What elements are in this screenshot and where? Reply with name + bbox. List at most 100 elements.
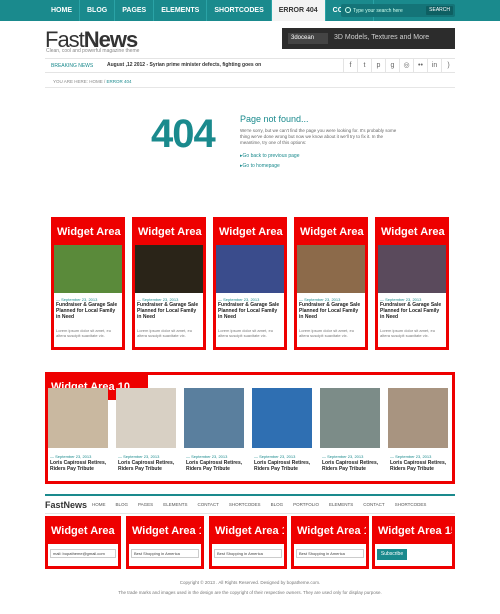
footer-navigation: FastNews HOME BLOG PAGES ELEMENTS CONTAC…: [45, 494, 455, 514]
email-field[interactable]: mail: bopatheme@gmail.com: [50, 549, 116, 558]
post-title[interactable]: Fundraiser & Garage Sale Planned for Loc…: [56, 302, 120, 320]
nav-error-404[interactable]: ERROR 404: [271, 0, 326, 21]
go-back-link[interactable]: Go back to previous page: [240, 153, 300, 159]
text-field[interactable]: Best Shopping in America: [214, 549, 282, 558]
post-image[interactable]: [54, 245, 122, 293]
nav-shortcodes[interactable]: SHORTCODES: [207, 0, 272, 21]
text-field[interactable]: Best Shopping in America: [296, 549, 364, 558]
post-image[interactable]: [252, 388, 312, 448]
carousel-item[interactable]: — September 23, 2013 Loris Capirossi Reti…: [184, 388, 244, 483]
footer-nav-shortcodes-2[interactable]: SHORTCODES: [390, 502, 432, 507]
footer-nav-home[interactable]: HOME: [87, 502, 111, 507]
widget-title: Widget Area 9: [378, 220, 446, 245]
widget-area-14: Widget Area 14 Best Shopping in America: [291, 516, 369, 569]
nav-home[interactable]: HOME: [44, 0, 80, 21]
carousel-item[interactable]: — September 23, 2013 Loris Capirossi Reti…: [116, 388, 176, 483]
nav-elements[interactable]: ELEMENTS: [154, 0, 208, 21]
widget-area-6: Widget Area 6 — September 23, 2013 Fundr…: [132, 217, 206, 350]
nav-pages[interactable]: PAGES: [115, 0, 155, 21]
footer-logo[interactable]: FastNews: [45, 500, 87, 510]
footer-nav-blog[interactable]: BLOG: [111, 502, 134, 507]
divider: [45, 87, 455, 88]
post-image[interactable]: [388, 388, 448, 448]
footer-nav-elements[interactable]: ELEMENTS: [158, 502, 192, 507]
post-title[interactable]: Loris Capirossi Retires, Riders Pay Trib…: [390, 460, 448, 472]
post-title[interactable]: Fundraiser & Garage Sale Planned for Loc…: [137, 302, 201, 320]
widget-area-8: Widget Area 8 — September 23, 2013 Fundr…: [294, 217, 368, 350]
widget-area-13: Widget Area 13 Best Shopping in America: [209, 516, 287, 569]
post-title[interactable]: Fundraiser & Garage Sale Planned for Loc…: [299, 302, 363, 320]
post-excerpt: Lorem ipsum dolor sit amet, eu altera su…: [56, 328, 111, 338]
footer-menu: HOME BLOG PAGES ELEMENTS CONTACT SHORTCO…: [87, 502, 431, 507]
text-field[interactable]: Best Shopping in America: [131, 549, 199, 558]
social-icons: f t p g ◎ •• in ): [343, 59, 455, 73]
post-date: — September 23, 2013: [390, 454, 432, 459]
carousel-item[interactable]: — September 23, 2013 Loris Capirossi Reti…: [320, 388, 380, 483]
linkedin-icon[interactable]: in: [427, 59, 441, 73]
post-date: — September 23, 2013: [254, 454, 296, 459]
breadcrumb-home[interactable]: HOME: [89, 79, 103, 84]
footer-nav-contact-2[interactable]: CONTACT: [358, 502, 389, 507]
post-title[interactable]: Loris Capirossi Retires, Riders Pay Trib…: [322, 460, 380, 472]
ad-banner[interactable]: 3docean 3D Models, Textures and More: [282, 28, 455, 49]
breaking-label: BREAKING NEWS: [51, 63, 94, 69]
post-title[interactable]: Loris Capirossi Retires, Riders Pay Trib…: [50, 460, 108, 472]
twitter-icon[interactable]: t: [357, 59, 371, 73]
breadcrumb-current: ERROR 404: [106, 79, 132, 84]
carousel-item[interactable]: — September 23, 2013 Loris Capirossi Reti…: [48, 388, 108, 483]
rss-icon[interactable]: ): [441, 59, 455, 73]
footer-nav-blog-2[interactable]: BLOG: [266, 502, 289, 507]
widget-area-10: Widget Area 10 — September 23, 2013 Loris…: [45, 372, 455, 484]
footer-nav-contact[interactable]: CONTACT: [192, 502, 223, 507]
widget-title: Widget Area 7: [216, 220, 284, 245]
go-home-link[interactable]: Go to homepage: [240, 163, 280, 169]
search-button[interactable]: SEARCH: [426, 6, 453, 15]
flickr-icon[interactable]: ••: [413, 59, 427, 73]
breadcrumb: YOU ARE HERE: HOME / ERROR 404: [53, 79, 132, 84]
banner-text: 3D Models, Textures and More: [334, 34, 430, 41]
post-excerpt: Lorem ipsum dolor sit amet, eu altera su…: [299, 328, 354, 338]
post-image[interactable]: [378, 245, 446, 293]
search-box: SEARCH: [341, 4, 455, 17]
footer-nav-shortcodes[interactable]: SHORTCODES: [224, 502, 266, 507]
post-title[interactable]: Loris Capirossi Retires, Riders Pay Trib…: [186, 460, 244, 472]
search-input[interactable]: [353, 4, 423, 17]
post-image[interactable]: [320, 388, 380, 448]
post-image[interactable]: [116, 388, 176, 448]
post-excerpt: Lorem ipsum dolor sit amet, eu altera su…: [137, 328, 192, 338]
carousel-item[interactable]: — September 23, 2013 Loris Capirossi Reti…: [388, 388, 448, 483]
banner-logo: 3docean: [288, 33, 328, 44]
trademark-notice: The trade marks and images used in the d…: [118, 590, 382, 595]
post-image[interactable]: [135, 245, 203, 293]
post-excerpt: Lorem ipsum dolor sit amet, eu altera su…: [380, 328, 435, 338]
pinterest-icon[interactable]: p: [371, 59, 385, 73]
footer-nav-portfolio[interactable]: PORTFOLIO: [288, 502, 324, 507]
post-title[interactable]: Fundraiser & Garage Sale Planned for Loc…: [380, 302, 444, 320]
widget-title: Widget Area 14: [294, 519, 366, 544]
copyright-text: Copyright © 2013 . All Rights Reserved. …: [179, 580, 321, 585]
post-title[interactable]: Loris Capirossi Retires, Riders Pay Trib…: [254, 460, 312, 472]
post-date: — September 23, 2013: [322, 454, 364, 459]
footer-nav-pages[interactable]: PAGES: [133, 502, 158, 507]
post-image[interactable]: [184, 388, 244, 448]
main-menu: HOME BLOG PAGES ELEMENTS SHORTCODES ERRO…: [44, 0, 375, 21]
widget-area-12: Widget Area 12 Best Shopping in America: [126, 516, 204, 569]
widget-area-11: Widget Area 11 mail: bopatheme@gmail.com: [45, 516, 121, 569]
widget-title: Widget Area 11: [48, 519, 118, 544]
error-description: We're sorry, but we can't find the page …: [240, 128, 397, 146]
carousel-item[interactable]: — September 23, 2013 Loris Capirossi Reti…: [252, 388, 312, 483]
breaking-headline[interactable]: August ,12 2012 - Syrian prime minister …: [107, 62, 261, 68]
facebook-icon[interactable]: f: [343, 59, 357, 73]
google-plus-icon[interactable]: g: [385, 59, 399, 73]
post-image[interactable]: [297, 245, 365, 293]
nav-blog[interactable]: BLOG: [80, 0, 116, 21]
dribbble-icon[interactable]: ◎: [399, 59, 413, 73]
post-title[interactable]: Loris Capirossi Retires, Riders Pay Trib…: [118, 460, 176, 472]
footer-nav-elements-2[interactable]: ELEMENTS: [324, 502, 358, 507]
post-image[interactable]: [48, 388, 108, 448]
post-image[interactable]: [216, 245, 284, 293]
post-title[interactable]: Fundraiser & Garage Sale Planned for Loc…: [218, 302, 282, 320]
subscribe-button[interactable]: Subscribe: [377, 549, 407, 560]
widget-area-9: Widget Area 9 — September 23, 2013 Fundr…: [375, 217, 449, 350]
widget-title: Widget Area 15: [375, 519, 452, 544]
